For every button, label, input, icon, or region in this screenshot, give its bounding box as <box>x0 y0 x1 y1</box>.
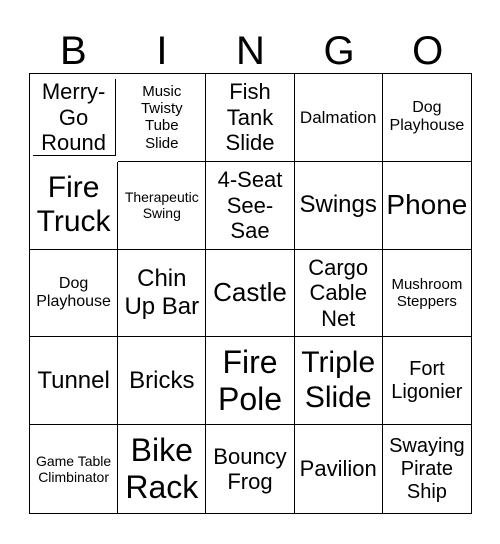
bingo-cell[interactable]: Mushroom Steppers <box>382 250 471 338</box>
header-letter-n: N <box>236 29 265 73</box>
bingo-cell[interactable]: Bouncy Frog <box>206 425 295 513</box>
bingo-cell[interactable]: Dalmation <box>294 74 383 162</box>
bingo-cell[interactable]: Game Table Climbinator <box>30 425 119 513</box>
bingo-cell[interactable]: Fire Truck <box>30 161 119 250</box>
bingo-cell[interactable]: Bricks <box>118 337 207 426</box>
bingo-cell[interactable]: Therapeutic Swing <box>118 161 207 250</box>
bingo-cell[interactable]: Merry-Go Round <box>32 79 116 157</box>
bingo-cell[interactable]: Triple Slide <box>294 337 383 426</box>
bingo-cell[interactable]: Music Twisty Tube Slide <box>118 74 207 162</box>
bingo-cell[interactable]: Pavilion <box>295 425 383 513</box>
bingo-cell[interactable]: Fort Ligonier <box>382 337 471 426</box>
bingo-cell[interactable]: Fire Pole <box>206 337 295 426</box>
bingo-header: B I N G O <box>29 28 472 74</box>
header-letter-b: B <box>59 29 87 73</box>
bingo-cell[interactable]: Chin Up Bar <box>118 249 207 338</box>
bingo-cell[interactable]: Phone <box>382 162 471 250</box>
bingo-cell[interactable]: Tunnel <box>30 337 119 426</box>
header-letter-o: O <box>412 29 444 73</box>
bingo-cell[interactable]: Bike Rack <box>118 425 207 513</box>
header-letter-g: G <box>323 29 355 73</box>
bingo-cell[interactable]: Swings <box>294 161 383 250</box>
bingo-cell[interactable]: Cargo Cable Net <box>294 249 383 338</box>
bingo-cell[interactable]: 4-Seat See-Sae <box>206 161 295 250</box>
header-letter-i: I <box>156 29 168 73</box>
bingo-cell[interactable]: Dog Playhouse <box>382 74 471 162</box>
bingo-cell[interactable]: Swaying Pirate Ship <box>383 425 471 513</box>
bingo-cell[interactable]: Castle <box>206 249 295 338</box>
bingo-cell[interactable]: Dog Playhouse <box>30 249 119 338</box>
bingo-cell[interactable]: Fish Tank Slide <box>206 74 295 162</box>
bingo-grid: Merry-Go Round Music Twisty Tube Slide F… <box>29 73 472 514</box>
